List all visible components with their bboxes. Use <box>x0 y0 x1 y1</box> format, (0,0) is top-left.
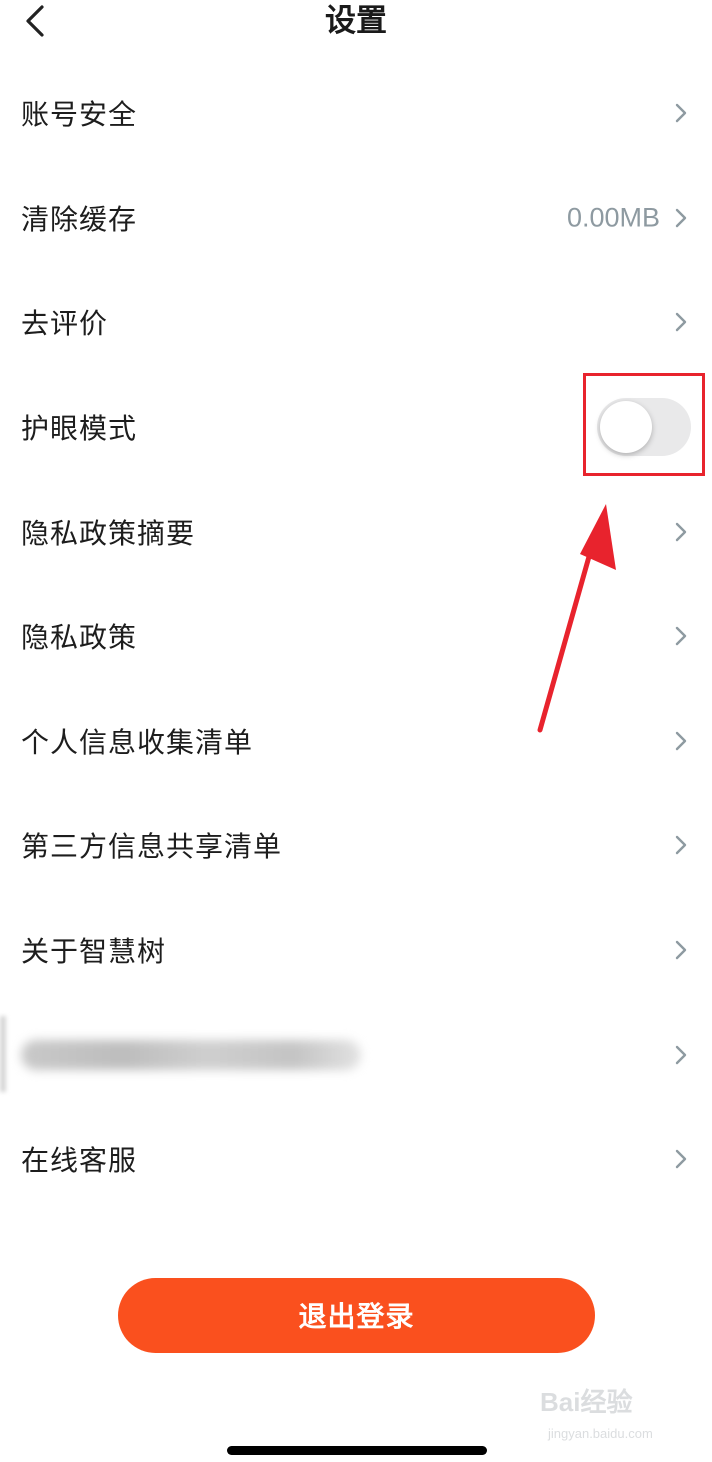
chevron-right-icon <box>675 313 687 332</box>
settings-item-label: 在线客服 <box>21 1144 138 1178</box>
annotation-highlight-box <box>583 373 705 476</box>
settings-item-label: 账号安全 <box>21 98 138 132</box>
settings-item-label: 清除缓存 <box>21 202 138 236</box>
settings-item-third-party-sharing[interactable]: 第三方信息共享清单 <box>0 793 712 898</box>
watermark-sub-text: jingyan.baidu.com <box>548 1426 653 1441</box>
chevron-right-icon <box>675 104 687 123</box>
blur-edge <box>0 1016 6 1093</box>
settings-item-about[interactable]: 关于智慧树 <box>0 898 712 1003</box>
logout-button[interactable]: 退出登录 <box>118 1278 595 1353</box>
home-indicator <box>227 1446 487 1455</box>
settings-item-label: 关于智慧树 <box>21 935 167 969</box>
settings-item-clear-cache[interactable]: 清除缓存 0.00MB <box>0 166 712 271</box>
page-title: 设置 <box>325 3 387 39</box>
settings-item-label: 去评价 <box>21 307 109 341</box>
settings-item-label: 个人信息收集清单 <box>21 725 254 759</box>
blurred-label <box>21 1039 361 1070</box>
settings-item-label: 隐私政策 <box>21 621 138 655</box>
watermark-main-text: Bai经验 <box>540 1387 633 1417</box>
settings-item-online-support[interactable]: 在线客服 <box>0 1107 712 1212</box>
chevron-right-icon <box>675 731 687 751</box>
chevron-right-icon <box>675 940 687 960</box>
settings-item-label: 护眼模式 <box>21 412 138 446</box>
settings-item-rate-app[interactable]: 去评价 <box>0 270 712 375</box>
chevron-right-icon <box>675 836 687 855</box>
settings-item-account-security[interactable]: 账号安全 <box>0 61 712 166</box>
cache-size-value: 0.00MB <box>566 202 660 233</box>
annotation-arrow-icon <box>537 504 616 733</box>
header: 设置 <box>0 0 712 46</box>
chevron-right-icon <box>675 1150 687 1169</box>
chevron-right-icon <box>675 522 687 541</box>
chevron-right-icon <box>675 1045 687 1064</box>
settings-item-label: 第三方信息共享清单 <box>21 830 283 864</box>
settings-item-blurred[interactable] <box>0 1002 712 1107</box>
settings-item-label: 隐私政策摘要 <box>21 516 196 550</box>
watermark-logo: Bai经验 jingyan.baidu.com <box>540 1382 700 1446</box>
chevron-right-icon <box>675 208 687 228</box>
chevron-right-icon <box>675 627 687 646</box>
